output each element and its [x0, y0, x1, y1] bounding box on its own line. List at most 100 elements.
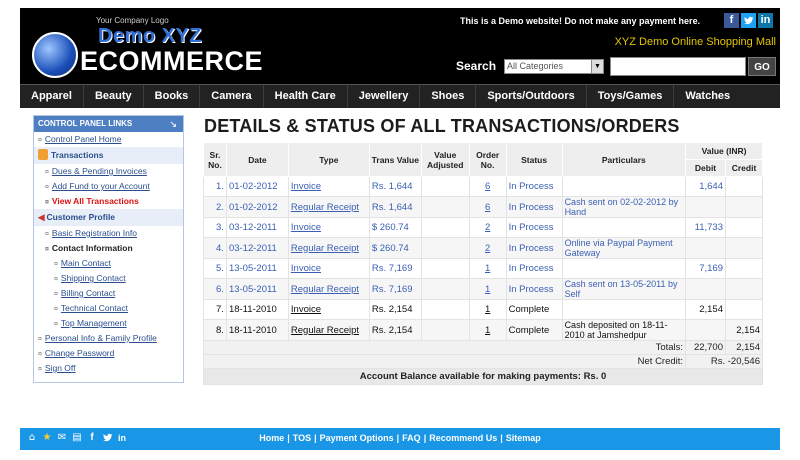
cell-date: 13-05-2011: [225, 258, 289, 279]
nav-item-toys-games[interactable]: Toys/Games: [587, 85, 675, 108]
cell-debit: [685, 278, 726, 300]
category-select[interactable]: All Categories ▼: [504, 59, 604, 74]
cell-order-no-link[interactable]: 1: [485, 325, 490, 336]
cell-order-no-link[interactable]: 2: [485, 222, 490, 233]
demo-warning: This is a Demo website! Do not make any …: [460, 16, 701, 26]
cell-debit: [685, 237, 726, 259]
footer-link-sitemap[interactable]: Sitemap: [506, 433, 541, 443]
sidebar-item-personal-info[interactable]: ¤ Personal Info & Family Profile: [34, 331, 183, 346]
nav-item-health-care[interactable]: Health Care: [264, 85, 348, 108]
site-logo[interactable]: Your Company Logo Demo XYZ ECOMMERCE: [28, 12, 263, 80]
sidebar-item-add-fund[interactable]: ¤ Add Fund to your Account: [34, 179, 183, 194]
bullet-icon: ¤: [54, 291, 58, 298]
sidebar-item-dues[interactable]: ¤ Dues & Pending Invoices: [34, 164, 183, 179]
search-label: Search: [456, 59, 497, 73]
cell-order-no-link[interactable]: 1: [485, 304, 490, 315]
sidebar-item-contact-information[interactable]: ¤ Contact Information: [34, 241, 183, 256]
footer-link-payment-options[interactable]: Payment Options: [320, 433, 394, 443]
cell-date: 18-11-2010: [225, 319, 289, 341]
cell-trans-value: Rs. 1,644: [368, 196, 422, 218]
cell-status: In Process: [505, 278, 563, 300]
sidebar-section-transactions[interactable]: Transactions: [34, 147, 183, 164]
cell-order-no-link[interactable]: 6: [485, 202, 490, 213]
footer-link-home[interactable]: Home: [259, 433, 284, 443]
bullet-icon: ¤: [54, 306, 58, 313]
col-header-value-inr: Value (INR): [685, 142, 763, 160]
footer-link-recommend-us[interactable]: Recommend Us: [429, 433, 497, 443]
cell-order-no: 2: [468, 237, 507, 259]
cell-type-link[interactable]: Regular Receipt: [291, 243, 359, 254]
facebook-icon[interactable]: f: [724, 13, 739, 28]
cell-type-link[interactable]: Invoice: [291, 222, 321, 233]
cell-type-link[interactable]: Invoice: [291, 181, 321, 192]
sidebar-item-main-contact[interactable]: ¤ Main Contact: [34, 256, 183, 271]
cell-date: 01-02-2012: [225, 196, 289, 218]
cell-date: 03-12-2011: [225, 237, 289, 259]
collapse-icon[interactable]: ↘: [169, 116, 177, 132]
sidebar-item-billing-contact[interactable]: ¤ Billing Contact: [34, 286, 183, 301]
cell-particulars: Cash deposited on 18-11-2010 at Jamshedp…: [561, 319, 687, 341]
sidebar-item-change-password[interactable]: ¤ Change Password: [34, 346, 183, 361]
nav-item-beauty[interactable]: Beauty: [84, 85, 144, 108]
money-bag-icon: [38, 149, 48, 160]
cell-status: Complete: [505, 299, 563, 320]
footer-link-faq[interactable]: FAQ: [402, 433, 421, 443]
linkedin-icon[interactable]: in: [758, 13, 773, 28]
nav-item-shoes[interactable]: Shoes: [420, 85, 477, 108]
bullet-icon: ¤: [54, 321, 58, 328]
cell-type: Invoice: [287, 176, 370, 197]
nav-item-camera[interactable]: Camera: [200, 85, 264, 108]
nav-item-jewellery[interactable]: Jewellery: [348, 85, 421, 108]
cell-credit: 2,154: [725, 319, 763, 341]
bullet-icon: ¤: [45, 199, 49, 206]
cell-particulars: [561, 299, 687, 320]
cell-particulars: Online via Paypal Payment Gateway: [561, 237, 687, 259]
chevron-down-icon: ▼: [591, 60, 603, 73]
cell-particulars: [561, 217, 687, 238]
sidebar-section-customer-profile[interactable]: ◀ Customer Profile: [34, 209, 183, 226]
sidebar-item-control-panel-home[interactable]: ¤ Control Panel Home: [34, 132, 183, 147]
cell-type-link[interactable]: Regular Receipt: [291, 202, 359, 213]
sidebar-item-top-management[interactable]: ¤ Top Management: [34, 316, 183, 331]
cell-order-no-link[interactable]: 1: [485, 263, 490, 274]
cell-type-link[interactable]: Regular Receipt: [291, 325, 359, 336]
net-credit-value: Rs. -20,546: [685, 354, 763, 369]
go-button[interactable]: GO: [748, 57, 776, 76]
bullet-icon: ¤: [38, 336, 42, 343]
cell-order-no-link[interactable]: 1: [485, 284, 490, 295]
cell-type: Invoice: [287, 217, 370, 238]
sidebar-item-view-all-transactions[interactable]: ¤ View All Transactions: [34, 194, 183, 209]
cell-order-no: 6: [468, 176, 507, 197]
sidebar-item-shipping-contact[interactable]: ¤ Shipping Contact: [34, 271, 183, 286]
nav-item-books[interactable]: Books: [144, 85, 201, 108]
sidebar-item-technical-contact[interactable]: ¤ Technical Contact: [34, 301, 183, 316]
cell-type-link[interactable]: Invoice: [291, 304, 321, 315]
category-selected: All Categories: [507, 61, 564, 71]
cell-trans-value: Rs. 7,169: [368, 258, 422, 279]
footer-link-tos[interactable]: TOS: [293, 433, 311, 443]
nav-item-watches[interactable]: Watches: [674, 85, 741, 108]
cell-order-no-link[interactable]: 6: [485, 181, 490, 192]
bullet-icon: ¤: [45, 231, 49, 238]
cell-status: In Process: [505, 217, 563, 238]
cell-type: Invoice: [287, 299, 370, 320]
cell-type-link[interactable]: Invoice: [291, 263, 321, 274]
cell-order-no-link[interactable]: 2: [485, 243, 490, 254]
cell-sr: 8.: [203, 319, 227, 341]
search-input[interactable]: [610, 57, 746, 76]
cell-date: 13-05-2011: [225, 278, 289, 300]
col-header-sr: Sr. No.: [203, 142, 227, 177]
sidebar-item-basic-registration[interactable]: ¤ Basic Registration Info: [34, 226, 183, 241]
cell-debit: 2,154: [685, 299, 726, 320]
col-header-value-adjusted: Value Adjusted: [420, 142, 470, 177]
cell-type: Regular Receipt: [287, 319, 370, 341]
nav-item-sports-outdoors[interactable]: Sports/Outdoors: [476, 85, 587, 108]
globe-icon: [32, 32, 78, 78]
cell-debit: [685, 319, 726, 341]
cell-type: Invoice: [287, 258, 370, 279]
sidebar-item-sign-off[interactable]: ¤ Sign Off: [34, 361, 183, 376]
cell-value-adjusted: [420, 217, 470, 238]
cell-type-link[interactable]: Regular Receipt: [291, 284, 359, 295]
nav-item-apparel[interactable]: Apparel: [20, 85, 84, 108]
twitter-icon[interactable]: [741, 13, 756, 28]
